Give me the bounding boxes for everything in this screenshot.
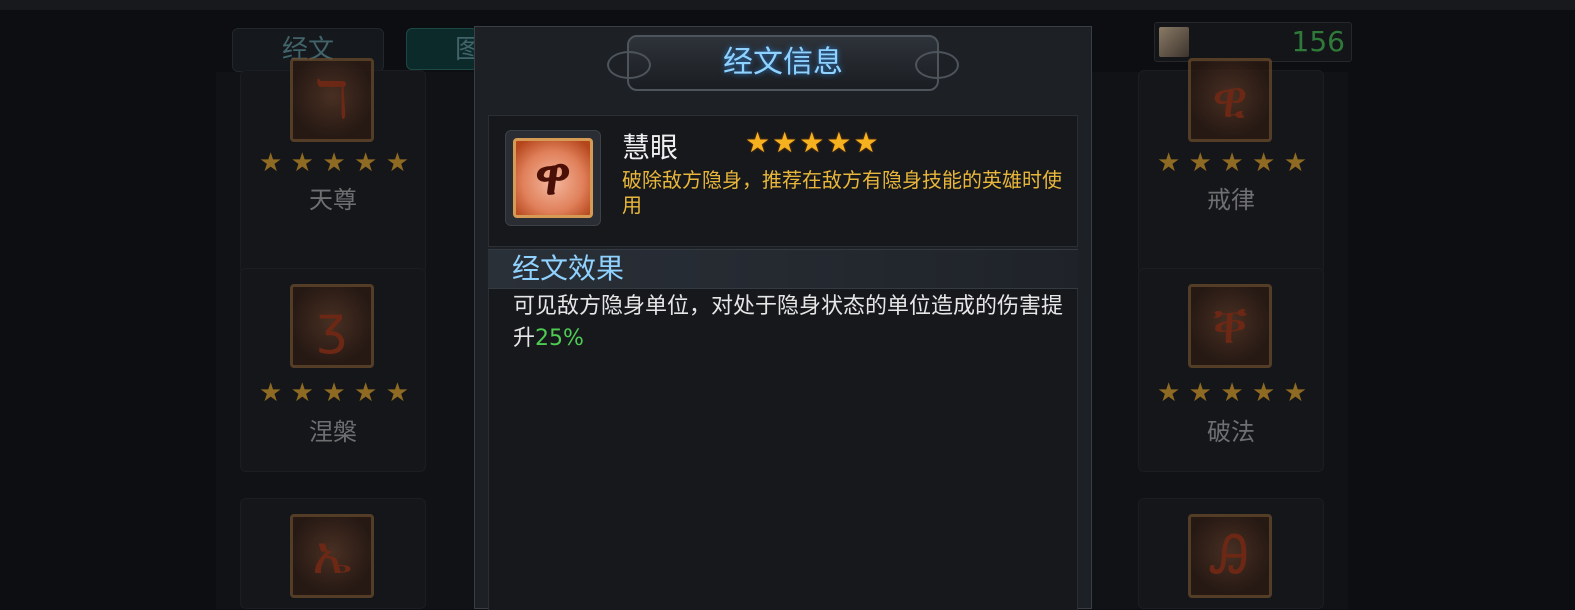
star-icon: ★ [1188, 378, 1212, 408]
star-icon: ★ [1283, 148, 1307, 178]
scripture-rune-icon: ℸ [290, 58, 374, 142]
star-icon: ★ [1283, 378, 1307, 408]
scripture-card[interactable]: ℸ ★ ★ ★ ★ ★ 天尊 [240, 58, 426, 274]
scroll-icon [1159, 27, 1189, 57]
star-icon: ★ [322, 148, 346, 178]
star-icon: ★ [1220, 148, 1244, 178]
star-icon: ★ [354, 148, 378, 178]
star-icon: ★ [1252, 148, 1276, 178]
scripture-info-dialog: 经文信息 ዋ 慧眼 ★ ★ ★ ★ ★ 破除敌方隐身，推荐在敌方有隐身技能的英雄时使用 … [474, 26, 1092, 610]
star-icon: ★ [1220, 378, 1244, 408]
star-icon: ★ [745, 126, 771, 159]
tab-codex[interactable]: 图 [406, 28, 481, 70]
scripture-item-icon: ዋ [505, 130, 601, 226]
card-stars: ★ ★ ★ ★ ★ [1157, 150, 1307, 176]
star-icon: ★ [799, 126, 825, 159]
star-icon: ★ [826, 126, 852, 159]
scripture-name: 慧眼 [622, 131, 679, 164]
star-icon: ★ [772, 126, 798, 159]
star-icon: ★ [259, 378, 283, 408]
star-icon: ★ [290, 378, 314, 408]
star-icon: ★ [1188, 148, 1212, 178]
scripture-card[interactable]: ʒ ★ ★ ★ ★ ★ 涅槃 [240, 268, 426, 472]
scripture-card[interactable]: ኤ [240, 498, 426, 609]
dialog-header: 经文信息 [607, 35, 959, 91]
star-icon: ★ [385, 378, 409, 408]
scripture-card[interactable]: ዊ ★ ★ ★ ★ ★ 戒律 [1138, 58, 1324, 274]
star-icon: ★ [1157, 148, 1181, 178]
effect-text: 可见敌方隐身单位，对处于隐身状态的单位造成的伤害提升25% [513, 291, 1073, 355]
currency-display: 156 [1154, 22, 1352, 62]
card-name: 破法 [1207, 418, 1255, 446]
eye-rune-icon: ዋ [513, 138, 593, 218]
star-icon: ★ [322, 378, 346, 408]
card-name: 涅槃 [309, 418, 357, 446]
star-icon: ★ [354, 378, 378, 408]
scripture-rune-icon: ኤ [290, 514, 374, 598]
effect-section-header: 经文效果 [488, 249, 1078, 289]
section-title: 经文效果 [512, 252, 625, 285]
scripture-rune-icon: ዊ [1188, 58, 1272, 142]
card-name: 戒律 [1207, 186, 1255, 214]
star-icon: ★ [1157, 378, 1181, 408]
scripture-rune-icon: Ꭿ [1188, 514, 1272, 598]
scripture-description: 破除敌方隐身，推荐在敌方有隐身技能的英雄时使用 [622, 168, 1062, 217]
card-stars: ★ ★ ★ ★ ★ [1157, 380, 1307, 406]
card-stars: ★ ★ ★ ★ ★ [259, 150, 409, 176]
scripture-info-box: ዋ 慧眼 ★ ★ ★ ★ ★ 破除敌方隐身，推荐在敌方有隐身技能的英雄时使用 [488, 115, 1078, 247]
currency-value: 156 [1291, 25, 1345, 58]
star-icon: ★ [290, 148, 314, 178]
effect-box: 可见敌方隐身单位，对处于隐身状态的单位造成的伤害提升25% [488, 289, 1078, 610]
star-icon: ★ [1252, 378, 1276, 408]
scripture-stars: ★ ★ ★ ★ ★ [745, 128, 879, 158]
scripture-rune-icon: ቐ [1188, 284, 1272, 368]
card-name: 天尊 [309, 186, 357, 214]
scripture-rune-icon: ʒ [290, 284, 374, 368]
scripture-card[interactable]: Ꭿ [1138, 498, 1324, 609]
effect-highlight: 25% [535, 326, 584, 351]
star-icon: ★ [259, 148, 283, 178]
star-icon: ★ [385, 148, 409, 178]
card-stars: ★ ★ ★ ★ ★ [259, 380, 409, 406]
top-band [0, 0, 1575, 10]
effect-body: 可见敌方隐身单位，对处于隐身状态的单位造成的伤害提升 [513, 294, 1064, 351]
star-icon: ★ [853, 126, 879, 159]
dialog-title: 经文信息 [723, 45, 843, 80]
scripture-card[interactable]: ቐ ★ ★ ★ ★ ★ 破法 [1138, 268, 1324, 472]
